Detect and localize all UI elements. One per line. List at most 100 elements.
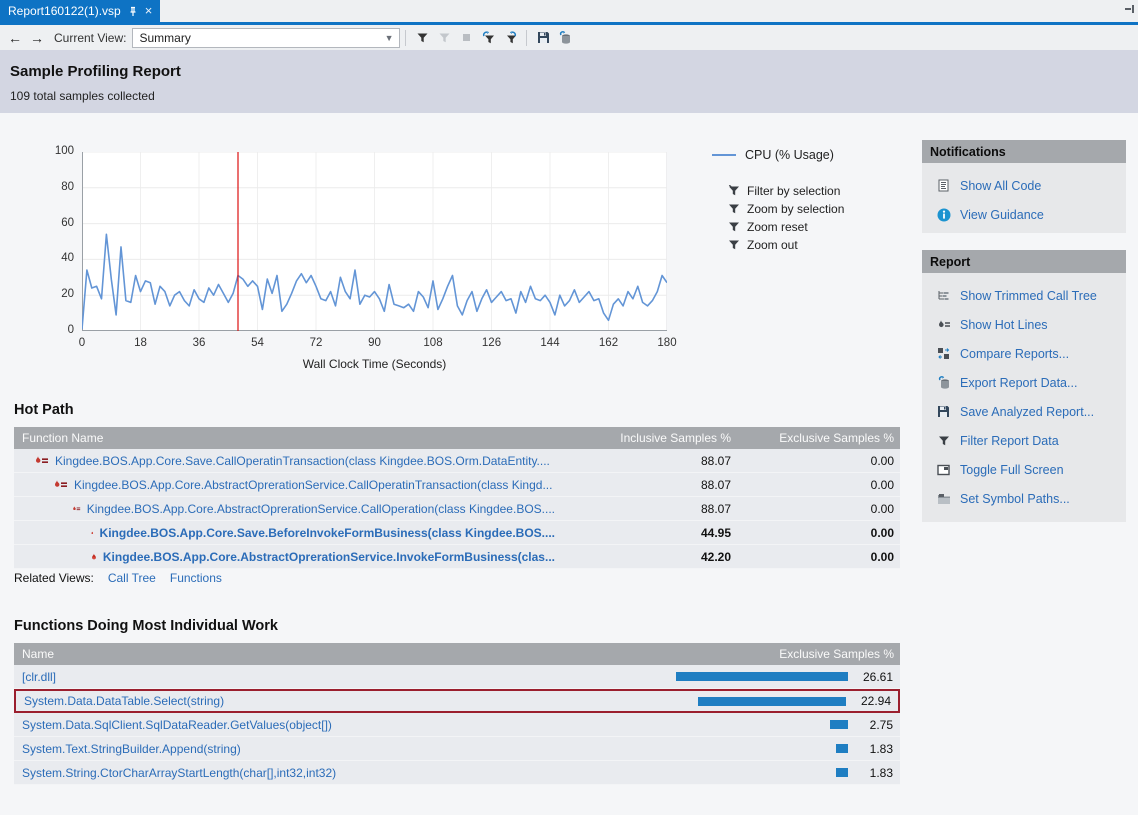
filter-by-selection-label: Filter by selection (747, 184, 840, 198)
related-view-call-tree-link[interactable]: Call Tree (108, 571, 156, 585)
toggle-full-screen-link[interactable]: Toggle Full Screen (922, 455, 1126, 484)
show-all-code-link[interactable]: Show All Code (922, 171, 1126, 200)
report-banner: Sample Profiling Report 109 total sample… (0, 50, 1138, 113)
zoom-in-filter-button[interactable] (477, 27, 499, 49)
x-axis-tick-label: 0 (65, 337, 99, 349)
back-arrow-icon: ← (8, 30, 22, 46)
current-view-select[interactable]: Summary ▼ (132, 28, 400, 48)
x-axis-tick-label: 108 (416, 337, 450, 349)
zoom-out-button[interactable]: Zoom out (728, 238, 798, 252)
toolbar-overflow-icon[interactable] (1125, 5, 1134, 13)
x-axis-tick-label: 18 (124, 337, 158, 349)
folder-icon (936, 493, 951, 505)
function-name-link[interactable]: System.Data.SqlClient.SqlDataReader.GetV… (22, 718, 332, 732)
functions-row[interactable]: System.Text.StringBuilder.Append(string)… (14, 737, 900, 761)
zoom-out-label: Zoom out (747, 238, 798, 252)
function-name-link[interactable]: Kingdee.BOS.App.Core.AbstractOprerationS… (74, 478, 552, 492)
functions-row[interactable]: [clr.dll] 26.61 (14, 665, 900, 689)
functions-row-highlighted[interactable]: System.Data.DataTable.Select(string) 22.9… (14, 689, 900, 713)
filter-by-selection-button[interactable]: Filter by selection (728, 184, 840, 198)
toggle-full-screen-label: Toggle Full Screen (960, 463, 1064, 477)
function-name-link[interactable]: System.Data.DataTable.Select(string) (24, 694, 224, 708)
hot-path-row[interactable]: Kingdee.BOS.App.Core.Save.CallOperatinTr… (14, 449, 900, 473)
functions-rows: [clr.dll] 26.61 System.Data.DataTable.Sele… (14, 665, 900, 785)
function-name-link[interactable]: [clr.dll] (22, 670, 56, 684)
inclusive-samples-value: 88.07 (555, 478, 735, 492)
functions-row[interactable]: System.String.CtorCharArrayStartLength(c… (14, 761, 900, 785)
hot-path-row[interactable]: Kingdee.BOS.App.Core.AbstractOprerationS… (14, 473, 900, 497)
column-header-function-name[interactable]: Function Name (14, 431, 555, 445)
show-trimmed-call-tree-link[interactable]: Show Trimmed Call Tree (922, 281, 1126, 310)
function-name-link[interactable]: Kingdee.BOS.App.Core.AbstractOprerationS… (87, 502, 555, 516)
hot-path-icon (53, 480, 68, 490)
exclusive-samples-value: 0.00 (735, 526, 900, 540)
tab-report-vsp[interactable]: Report160122(1).vsp × (0, 0, 160, 22)
exclusive-samples-value: 0.00 (735, 550, 900, 564)
show-all-code-label: Show All Code (960, 179, 1041, 193)
column-header-inclusive-samples[interactable]: Inclusive Samples % (555, 431, 735, 445)
export-report-button[interactable] (554, 27, 576, 49)
x-axis-tick-label: 90 (358, 337, 392, 349)
save-report-button[interactable] (532, 27, 554, 49)
function-name-link[interactable]: Kingdee.BOS.App.Core.Save.CallOperatinTr… (55, 454, 550, 468)
exclusive-samples-value: 1.83 (848, 742, 900, 756)
view-guidance-link[interactable]: View Guidance (922, 200, 1126, 229)
exclusive-samples-value: 22.94 (846, 694, 898, 708)
fullscreen-icon (936, 464, 951, 476)
current-view-label: Current View: (54, 31, 126, 45)
exclusive-samples-value: 0.00 (735, 502, 900, 516)
save-analyzed-report-link[interactable]: Save Analyzed Report... (922, 397, 1126, 426)
zoom-by-selection-button[interactable]: Zoom by selection (728, 202, 844, 216)
filter-report-data-label: Filter Report Data (960, 434, 1059, 448)
pin-icon[interactable] (128, 6, 138, 17)
x-axis-tick-label: 126 (475, 337, 509, 349)
back-button[interactable]: ← (4, 27, 26, 49)
set-symbol-paths-link[interactable]: Set Symbol Paths... (922, 484, 1126, 513)
flame-icon (91, 527, 94, 539)
hot-path-row[interactable]: Kingdee.BOS.App.Core.Save.BeforeInvokeFo… (14, 521, 900, 545)
save-icon (936, 405, 951, 418)
functions-row[interactable]: System.Data.SqlClient.SqlDataReader.GetV… (14, 713, 900, 737)
flame-icon (91, 551, 97, 563)
close-icon[interactable]: × (145, 5, 153, 17)
column-header-name[interactable]: Name (14, 647, 735, 661)
legend-label: CPU (% Usage) (745, 148, 834, 162)
filter-button[interactable] (411, 27, 433, 49)
info-icon (936, 208, 951, 222)
toolbar-separator (405, 30, 406, 46)
exclusive-samples-bar (830, 720, 848, 729)
y-axis-tick-label: 100 (42, 145, 74, 157)
function-name-link[interactable]: Kingdee.BOS.App.Core.Save.BeforeInvokeFo… (100, 526, 555, 540)
funnel-icon (936, 435, 951, 447)
zoom-out-filter-button[interactable] (499, 27, 521, 49)
compare-reports-link[interactable]: Compare Reports... (922, 339, 1126, 368)
y-axis-tick-label: 40 (42, 252, 74, 264)
show-hot-lines-link[interactable]: Show Hot Lines (922, 310, 1126, 339)
hot-path-icon (72, 504, 81, 514)
hot-path-row[interactable]: Kingdee.BOS.App.Core.AbstractOprerationS… (14, 497, 900, 521)
column-header-exclusive-samples[interactable]: Exclusive Samples % (735, 647, 900, 661)
cpu-usage-plot[interactable] (82, 152, 667, 331)
related-view-functions-link[interactable]: Functions (170, 571, 222, 585)
function-name-link[interactable]: System.Text.StringBuilder.Append(string) (22, 742, 241, 756)
inclusive-samples-value: 88.07 (555, 454, 735, 468)
function-name-link[interactable]: Kingdee.BOS.App.Core.AbstractOprerationS… (103, 550, 555, 564)
exclusive-samples-bar (698, 697, 846, 706)
function-name-link[interactable]: System.String.CtorCharArrayStartLength(c… (22, 766, 336, 780)
exclusive-samples-value: 26.61 (848, 670, 900, 684)
zoom-reset-button[interactable]: Zoom reset (728, 220, 808, 234)
y-axis-tick-label: 20 (42, 288, 74, 300)
cpu-usage-chart[interactable] (82, 152, 667, 331)
filter-report-data-link[interactable]: Filter Report Data (922, 426, 1126, 455)
column-header-exclusive-samples[interactable]: Exclusive Samples % (735, 431, 900, 445)
export-report-data-link[interactable]: Export Report Data... (922, 368, 1126, 397)
hot-path-table-header: Function Name Inclusive Samples % Exclus… (14, 427, 900, 449)
related-views-label: Related Views: (14, 571, 94, 585)
x-axis-tick-label: 162 (592, 337, 626, 349)
toolbar-separator (526, 30, 527, 46)
hot-path-rows: Kingdee.BOS.App.Core.Save.CallOperatinTr… (14, 449, 900, 569)
forward-button[interactable]: → (26, 27, 48, 49)
y-axis-tick-label: 0 (42, 324, 74, 336)
hot-path-row[interactable]: Kingdee.BOS.App.Core.AbstractOprerationS… (14, 545, 900, 569)
funnel-icon (728, 239, 740, 251)
